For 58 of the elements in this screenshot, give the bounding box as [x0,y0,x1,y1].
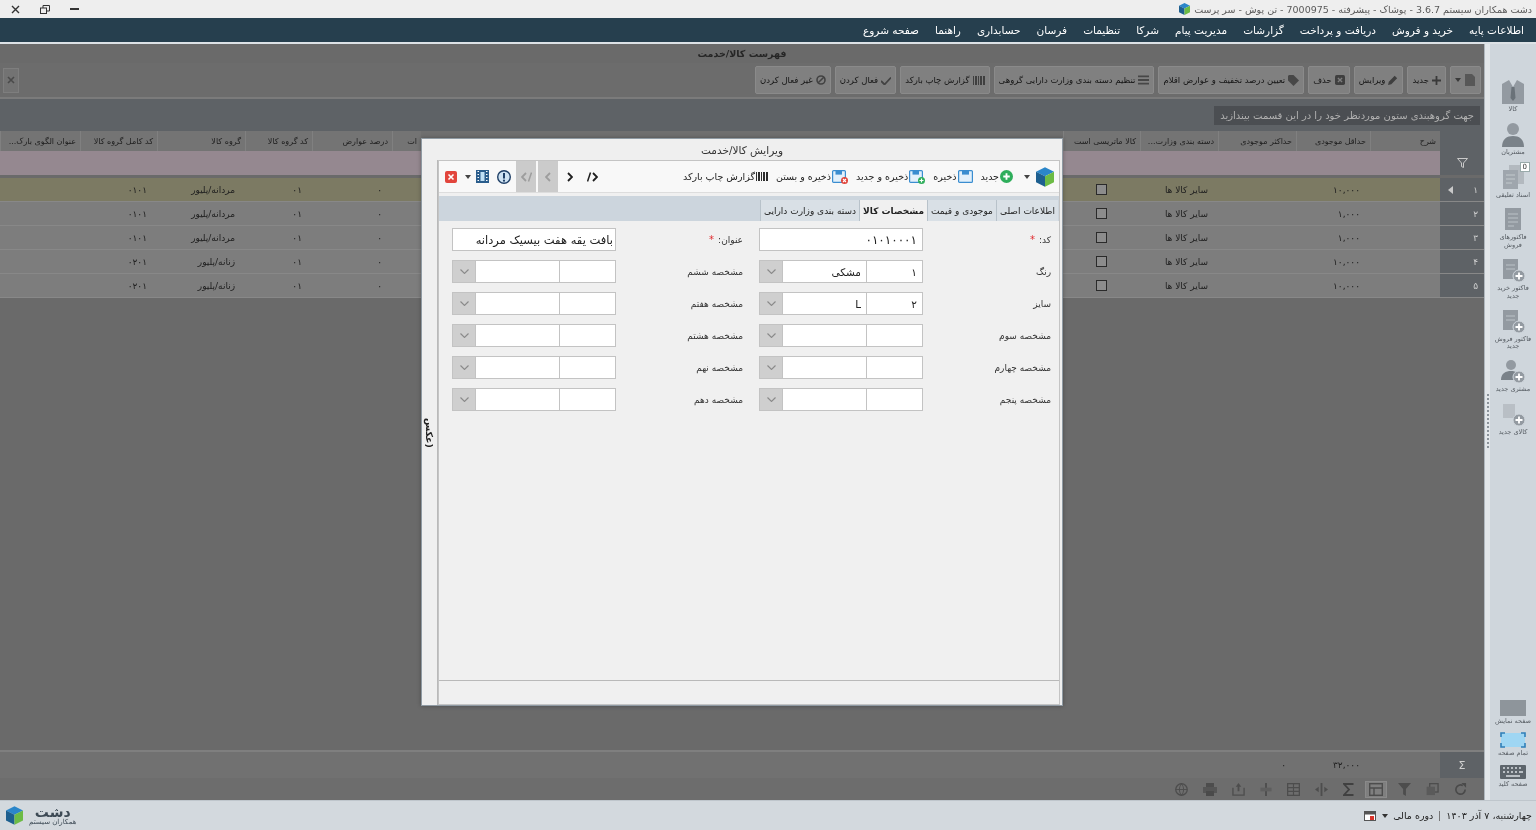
summary-label: Σ [1440,752,1484,778]
table-cell-text: ۰۱ [291,231,303,245]
field-label: رنگ [1036,266,1051,277]
field-label: سایز [1033,298,1051,309]
table-cell-text: ۱,۰۰۰ [1336,231,1361,245]
row-number: ۱ [1473,184,1478,195]
brand-name: دشت [34,805,71,819]
field-label: مشخصه پنجم [999,394,1051,405]
summary-cell-text: ۳۲,۰۰۰ [1331,759,1361,772]
table-cell-text: سایر کالا ها [1163,255,1209,269]
table-cell-text: ۱۰,۰۰۰ [1331,183,1361,197]
required-mark: * [709,234,715,245]
table-cell-text: ۰۱ [291,255,303,269]
table-cell-text: زنانه/پلیور [196,255,236,269]
date-text: چهارشنبه، ۷ آذر ۱۴۰۳ [1446,810,1532,821]
table-cell-text: مردانه/پلیور [190,183,236,197]
table-cell-text: ۰ [376,279,383,293]
dialog-title: ویرایش کالا/خدمت [701,143,783,156]
table-cell-text: ۰۱ [291,183,303,197]
field-label: مشخصه دهم [694,394,743,405]
table-cell-text: ۱۰,۰۰۰ [1331,255,1361,269]
table-cell-text: ۰ [376,231,383,245]
table-cell-text: سایر کالا ها [1163,183,1209,197]
row-number: ۲ [1473,208,1478,219]
table-cell-text: ۱,۰۰۰ [1336,207,1361,221]
required-mark: * [1029,234,1035,245]
table-cell-text: سایر کالا ها [1163,231,1209,245]
row-number: ۵ [1473,280,1478,291]
table-cell-text: ۰ [376,183,383,197]
table-cell-text: ۰۱ [291,207,303,221]
table-cell-text: ۰ [376,255,383,269]
table-cell-text: ۰۱۰۱ [126,231,148,245]
table-cell-text: مردانه/پلیور [190,207,236,221]
summary-cell-text: ۰ [1280,759,1287,772]
field-label: مشخصه هشتم [687,330,743,341]
row-number: ۳ [1473,232,1478,243]
table-cell-text: ۰۱۰۱ [126,183,148,197]
table-cell-text: زنانه/پلیور [196,279,236,293]
field-label: مشخصه ششم [687,266,743,277]
table-cell-text: ۰۲۰۱ [126,255,148,269]
field-label: مشخصه نهم [696,362,743,373]
table-cell-text: ۰۱۰۱ [126,207,148,221]
field-label: کد: [1038,234,1051,245]
table-cell-text: سایر کالا ها [1163,279,1209,293]
group-hint: جهت گروهبندی ستون موردنظر خود را در این قسمت بیندازید [1214,105,1480,125]
table-cell-text: ۰ [376,207,383,221]
field-label: عنوان: [718,234,743,245]
table-cell-text: ۰۲۰۱ [126,279,148,293]
row-number: ۴ [1473,256,1478,267]
table-cell-text: مردانه/پلیور [190,231,236,245]
field-label: مشخصه سوم [999,330,1051,341]
window-title: دشت همکاران سیستم 3.6.7 - پوشاک - پیشرفته - 7000975 - تن پوش - سر پرست [1194,3,1532,15]
table-cell-text: ۰۱ [291,279,303,293]
field-label: مشخصه چهارم [994,362,1051,373]
table-cell-text: سایر کالا ها [1163,207,1209,221]
table-cell-text: ۱۰,۰۰۰ [1331,279,1361,293]
field-label: مشخصه هفتم [690,298,743,309]
panel-title: فهرست کالا/خدمت [697,48,787,59]
